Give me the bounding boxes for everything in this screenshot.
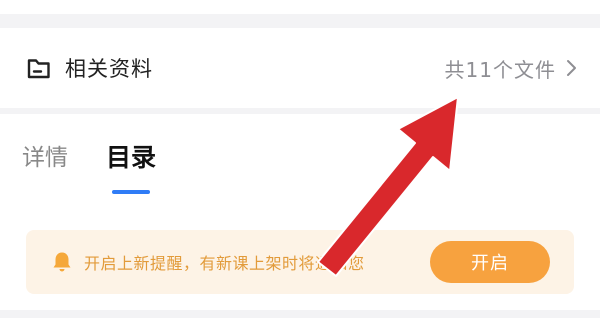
folder-icon xyxy=(27,59,50,79)
materials-card: 相关资料 共11个文件 xyxy=(0,28,600,108)
tab-details-label: 详情 xyxy=(22,145,68,171)
tab-details[interactable]: 详情 xyxy=(22,138,68,192)
materials-files-link[interactable]: 共11个文件 xyxy=(445,54,578,83)
tab-catalog-label: 目录 xyxy=(106,143,157,172)
materials-row[interactable]: 相关资料 共11个文件 xyxy=(26,50,578,86)
course-content-card: 详情 目录 开启上新提醒，有新课上架时将通知您 开启 xyxy=(0,114,600,310)
enable-notify-button[interactable]: 开启 xyxy=(430,241,550,283)
materials-file-count[interactable]: 共11个文件 xyxy=(445,54,556,83)
notify-text: 开启上新提醒，有新课上架时将通知您 xyxy=(84,254,365,273)
bell-icon xyxy=(53,252,71,272)
notify-banner: 开启上新提醒，有新课上架时将通知您 开启 xyxy=(26,230,574,294)
active-tab-underline xyxy=(112,190,151,194)
materials-title: 相关资料 xyxy=(65,57,153,81)
content-tabs: 详情 目录 xyxy=(22,138,156,194)
top-card-edge xyxy=(0,0,600,14)
chevron-right-icon[interactable] xyxy=(566,59,578,77)
bottom-card-edge xyxy=(0,318,600,328)
tab-catalog[interactable]: 目录 xyxy=(106,138,156,194)
